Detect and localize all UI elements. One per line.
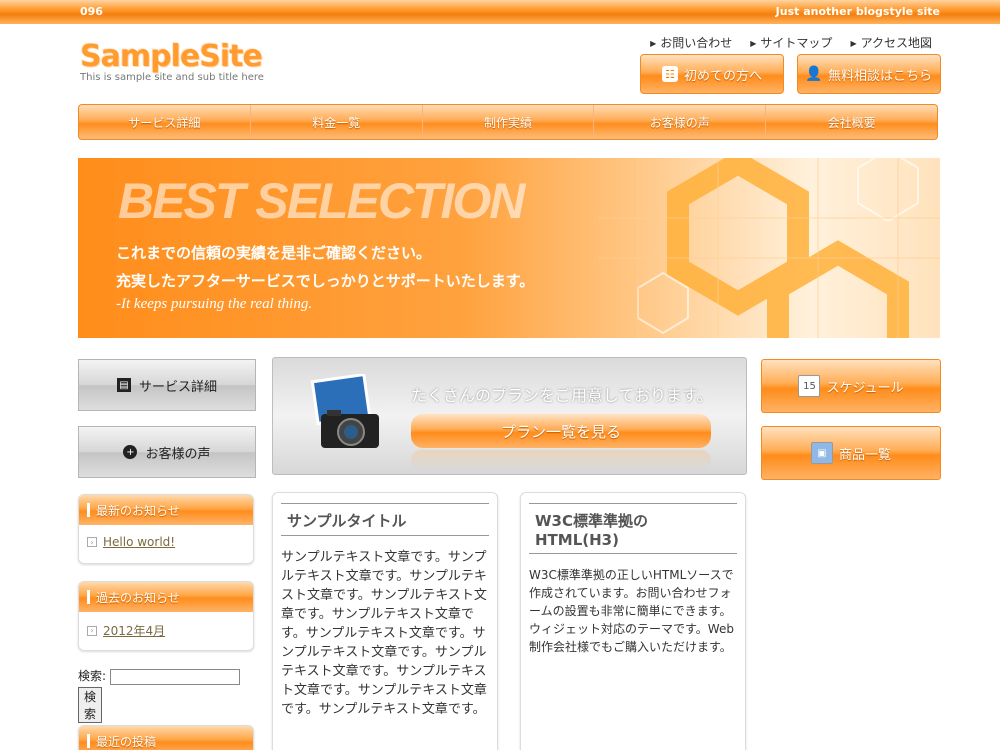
consult-button[interactable]: 👤 無料相談はこちら <box>797 54 941 94</box>
camera-photo-icon <box>310 374 379 448</box>
global-nav: サービス詳細 料金一覧 制作実績 お客様の声 会社概要 <box>78 104 938 140</box>
banner-line1: これまでの信頼の実績を是非ご確認ください。 <box>116 244 432 262</box>
w3c-card-title: W3C標準準拠のHTML(H3) <box>529 503 737 554</box>
products-label: 商品一覧 <box>838 447 891 463</box>
w3c-card-body: W3C標準準拠の正しいHTMLソースで作成されています。お問い合わせフォームの設… <box>529 568 734 654</box>
top-links: ▶ お問い合わせ ▶ サイトマップ ▶ アクセス地図 <box>650 34 932 51</box>
triangle-icon: ▶ <box>650 39 657 48</box>
triangle-icon: ▶ <box>750 39 757 48</box>
nav-service[interactable]: サービス詳細 <box>79 105 251 139</box>
archive-link[interactable]: 2012年4月 <box>103 622 165 639</box>
service-button-label: サービス詳細 <box>138 379 217 395</box>
arrow-icon: › <box>87 625 97 636</box>
main-banner: BEST SELECTION これまでの信頼の実績を是非ご確認ください。 充実し… <box>78 158 940 338</box>
site-title[interactable]: SampleSite <box>80 40 264 74</box>
first-time-button[interactable]: ☷ 初めての方へ <box>640 54 784 94</box>
site-tagline: Just another blogstyle site <box>775 5 940 18</box>
voice-button-label: お客様の声 <box>145 446 211 462</box>
nav-works[interactable]: 制作実績 <box>423 105 595 139</box>
calendar-icon: 15 <box>798 375 821 397</box>
search-label: 検索: <box>78 669 107 683</box>
sample-card-title: サンプルタイトル <box>281 503 489 536</box>
contact-link-label: お問い合わせ <box>660 36 733 50</box>
banner-line3: -It keeps pursuing the real thing. <box>116 296 313 312</box>
nav-pricing[interactable]: 料金一覧 <box>251 105 423 139</box>
sample-card-body: サンプルテキスト文章です。サンプルテキスト文章です。サンプルテキスト文章です。サ… <box>281 550 487 717</box>
plan-panel: たくさんのプランをご用意しております。 プラン一覧を見る <box>272 357 747 475</box>
sitemap-link-label: サイトマップ <box>760 36 833 50</box>
archive-widget: 過去のお知らせ › 2012年4月 <box>78 581 254 651</box>
plan-text: たくさんのプランをご用意しております。 <box>411 386 713 405</box>
document-icon: ▤ <box>116 378 131 392</box>
nav-voice[interactable]: お客様の声 <box>594 105 767 139</box>
products-button[interactable]: ▣ 商品一覧 <box>761 426 941 480</box>
search-input[interactable] <box>110 668 241 685</box>
voice-button[interactable]: + お客様の声 <box>78 426 256 478</box>
access-map-link[interactable]: ▶ アクセス地図 <box>850 34 932 51</box>
site-logo[interactable]: SampleSite This is sample site and sub t… <box>80 40 264 84</box>
news-link[interactable]: Hello world! <box>103 535 175 549</box>
person-icon: 👤 <box>805 66 823 82</box>
recent-widget: 最近の投稿 <box>78 725 254 750</box>
site-subtitle: This is sample site and sub title here <box>80 72 264 83</box>
plus-circle-icon: + <box>123 445 138 459</box>
triangle-icon: ▶ <box>850 39 857 48</box>
chat-icon: ☷ <box>661 66 678 82</box>
site-number: 096 <box>80 5 103 18</box>
search-form: 検索: 検索 <box>78 667 241 723</box>
consult-label: 無料相談はこちら <box>827 68 932 84</box>
sitemap-link[interactable]: ▶ サイトマップ <box>750 34 832 51</box>
list-item: › Hello world! <box>79 525 253 559</box>
banner-headline: BEST SELECTION <box>118 173 525 229</box>
plan-button-reflection <box>411 450 711 470</box>
search-button[interactable]: 検索 <box>78 686 102 723</box>
list-item: › 2012年4月 <box>79 612 253 649</box>
plan-list-button[interactable]: プラン一覧を見る <box>411 414 711 448</box>
banner-line2: 充実したアフターサービスでしっかりとサポートいたします。 <box>116 272 535 290</box>
arrow-icon: › <box>87 537 97 547</box>
access-map-link-label: アクセス地図 <box>860 36 932 50</box>
first-time-label: 初めての方へ <box>683 68 762 84</box>
sample-card: サンプルタイトル サンプルテキスト文章です。サンプルテキスト文章です。サンプルテ… <box>272 492 498 750</box>
service-button[interactable]: ▤ サービス詳細 <box>78 359 256 411</box>
schedule-label: スケジュール <box>826 380 904 396</box>
news-widget: 最新のお知らせ › Hello world! <box>78 494 254 564</box>
schedule-button[interactable]: 15 スケジュール <box>761 359 941 413</box>
photo-people-icon: ▣ <box>810 442 833 464</box>
news-widget-title: 最新のお知らせ <box>79 495 253 525</box>
contact-link[interactable]: ▶ お問い合わせ <box>650 34 732 51</box>
w3c-card: W3C標準準拠のHTML(H3) W3C標準準拠の正しいHTMLソースで作成され… <box>520 492 746 750</box>
top-bar: 096 Just another blogstyle site <box>0 0 1000 24</box>
recent-widget-title: 最近の投稿 <box>79 726 253 750</box>
nav-company[interactable]: 会社概要 <box>766 105 937 139</box>
archive-widget-title: 過去のお知らせ <box>79 582 253 612</box>
